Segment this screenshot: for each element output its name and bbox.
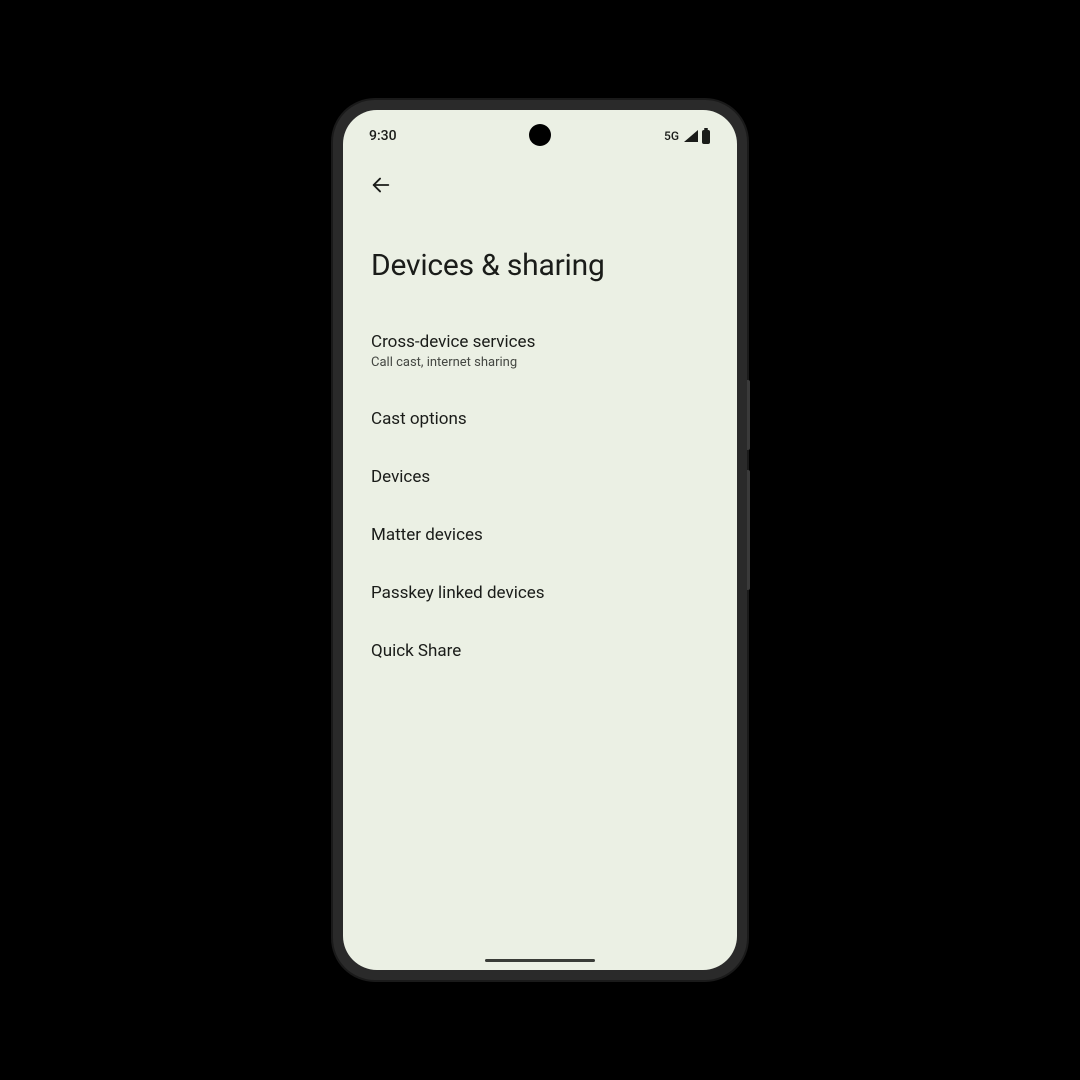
- menu-list: Cross-device services Call cast, interne…: [343, 313, 737, 680]
- volume-button: [747, 470, 750, 590]
- item-title: Devices: [371, 466, 709, 488]
- menu-item-passkey-linked-devices[interactable]: Passkey linked devices: [371, 564, 709, 622]
- menu-item-matter-devices[interactable]: Matter devices: [371, 506, 709, 564]
- menu-item-devices[interactable]: Devices: [371, 448, 709, 506]
- item-subtitle: Call cast, internet sharing: [371, 355, 709, 372]
- item-title: Cross-device services: [371, 331, 709, 353]
- menu-item-cast-options[interactable]: Cast options: [371, 390, 709, 448]
- app-bar: [343, 154, 737, 210]
- menu-item-quick-share[interactable]: Quick Share: [371, 622, 709, 680]
- item-title: Quick Share: [371, 640, 709, 662]
- page-header: Devices & sharing: [343, 210, 737, 313]
- phone-frame: 9:30 5G Devi: [333, 100, 747, 980]
- camera-hole: [529, 124, 551, 146]
- network-label: 5G: [664, 129, 679, 143]
- page-title: Devices & sharing: [371, 248, 709, 283]
- status-right: 5G: [664, 128, 711, 144]
- menu-item-cross-device-services[interactable]: Cross-device services Call cast, interne…: [371, 313, 709, 390]
- back-button[interactable]: [361, 166, 401, 206]
- item-title: Cast options: [371, 408, 709, 430]
- battery-icon: [701, 128, 711, 144]
- item-title: Matter devices: [371, 524, 709, 546]
- arrow-left-icon: [370, 174, 392, 199]
- screen: 9:30 5G Devi: [343, 110, 737, 970]
- power-button: [747, 380, 750, 450]
- gesture-nav-bar[interactable]: [485, 959, 595, 962]
- signal-icon: [683, 129, 699, 143]
- status-time: 9:30: [369, 128, 397, 144]
- item-title: Passkey linked devices: [371, 582, 709, 604]
